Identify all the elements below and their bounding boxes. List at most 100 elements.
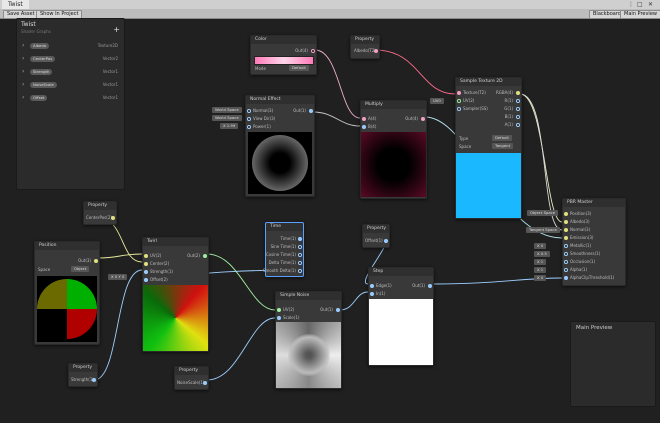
output-port[interactable] xyxy=(516,99,520,103)
mode-dropdown[interactable]: Default xyxy=(289,65,309,71)
power-field[interactable]: X 1.99 xyxy=(220,123,239,129)
normal-space-field[interactable]: Tangent Space xyxy=(526,227,560,233)
output-port[interactable] xyxy=(516,115,520,119)
output-port[interactable] xyxy=(298,253,302,257)
input-port[interactable] xyxy=(457,99,461,103)
chevron-right-icon[interactable]: › xyxy=(22,94,24,101)
color-swatch[interactable] xyxy=(254,56,314,65)
input-port[interactable] xyxy=(144,254,148,258)
property-pill[interactable]: Albedo xyxy=(30,43,50,49)
input-port[interactable] xyxy=(370,292,374,296)
output-port[interactable] xyxy=(336,308,340,312)
position-space-field[interactable]: Object Space xyxy=(527,210,559,216)
input-port[interactable] xyxy=(564,244,568,248)
offset-xy-field[interactable]: X 0 Y 0 xyxy=(108,274,128,280)
input-port[interactable] xyxy=(564,276,568,280)
normal-space-field[interactable]: World Space xyxy=(212,107,242,113)
output-port[interactable] xyxy=(421,117,425,121)
input-port[interactable] xyxy=(457,91,461,95)
step-node[interactable]: Step Edge(1) In(1) Out(1) xyxy=(368,267,434,366)
uv-field[interactable]: UV0 xyxy=(430,98,444,104)
normal-effect-node[interactable]: Normal Effect Normal(3) View Dir(3) Powe… xyxy=(245,95,315,197)
blackboard-item-centerpos[interactable]: › CenterPos Vector2 xyxy=(19,54,122,64)
input-port[interactable] xyxy=(564,228,568,232)
input-port[interactable] xyxy=(277,308,281,312)
property-strength-node[interactable]: Property Strength(1) xyxy=(68,363,98,387)
type-label: Type xyxy=(459,136,469,141)
color-node[interactable]: Color Out(4) Mode Default xyxy=(250,35,317,75)
output-port[interactable] xyxy=(298,245,302,249)
input-port[interactable] xyxy=(564,212,568,216)
twirl-node[interactable]: Twirl UV(2) Center(2) Strength(1) Offset… xyxy=(142,237,209,352)
position-node[interactable]: Position Out(3) Space Object xyxy=(34,241,100,345)
metallic-field[interactable]: X 0 xyxy=(534,243,547,249)
property-pill[interactable]: Strength xyxy=(30,69,53,75)
output-port[interactable] xyxy=(298,269,302,273)
output-port[interactable] xyxy=(309,109,313,113)
add-property-icon[interactable]: + xyxy=(113,25,120,34)
property-centerpos-node[interactable]: Property CenterPos(2) xyxy=(83,201,117,225)
output-port[interactable] xyxy=(203,381,207,385)
main-preview-panel[interactable]: Main Preview xyxy=(570,321,656,407)
property-pill[interactable]: Offset xyxy=(30,95,48,101)
chevron-right-icon[interactable]: › xyxy=(22,42,24,49)
multiply-node[interactable]: Multiply A(4) B(4) Out(4) xyxy=(360,100,427,199)
property-albedo-node[interactable]: Property Albedo(T2) xyxy=(350,35,380,59)
smoothness-field[interactable]: X 0.5 xyxy=(534,251,550,257)
output-port[interactable] xyxy=(311,49,315,53)
output-label: NoiseScale(1) xyxy=(177,380,205,385)
input-port[interactable] xyxy=(564,252,568,256)
input-port[interactable] xyxy=(247,125,251,129)
output-port[interactable] xyxy=(516,91,520,95)
output-port[interactable] xyxy=(111,216,115,220)
output-port[interactable] xyxy=(374,49,378,53)
input-port[interactable] xyxy=(564,220,568,224)
property-offset-node[interactable]: Property Offset(1) xyxy=(362,224,390,248)
input-port[interactable] xyxy=(144,262,148,266)
space-dropdown[interactable]: Tangent xyxy=(492,143,514,149)
time-node[interactable]: Time Time(1) Sine Time(1) Cosine Time(1)… xyxy=(263,222,304,277)
simple-noise-node[interactable]: Simple Noise UV(2) Scale(1) Out(1) xyxy=(275,291,342,389)
input-port[interactable] xyxy=(362,125,366,129)
occlusion-field[interactable]: X 1 xyxy=(534,259,547,265)
output-port[interactable] xyxy=(203,254,207,258)
output-port[interactable] xyxy=(92,378,96,382)
input-port[interactable] xyxy=(144,278,148,282)
sample-texture-2d-node[interactable]: Sample Texture 2D Texture(T2) UV(2) Samp… xyxy=(455,77,522,219)
output-port[interactable] xyxy=(516,107,520,111)
property-pill[interactable]: CenterPos xyxy=(30,56,56,62)
property-pill[interactable]: NoiseScale xyxy=(30,82,57,88)
viewdir-space-field[interactable]: World Space xyxy=(212,115,242,121)
output-port[interactable] xyxy=(94,259,98,263)
input-port[interactable] xyxy=(564,260,568,264)
input-port[interactable] xyxy=(277,316,281,320)
input-port[interactable] xyxy=(247,117,251,121)
input-port[interactable] xyxy=(247,109,251,113)
blackboard-item-noisescale[interactable]: › NoiseScale Vector1 xyxy=(19,80,122,90)
input-port[interactable] xyxy=(457,107,461,111)
blackboard-item-offset[interactable]: › Offset Vector1 xyxy=(19,93,122,103)
output-port[interactable] xyxy=(298,237,302,241)
output-port[interactable] xyxy=(428,284,432,288)
input-port[interactable] xyxy=(362,117,366,121)
main-preview-title: Main Preview xyxy=(576,325,613,331)
chevron-right-icon[interactable]: › xyxy=(22,81,24,88)
type-dropdown[interactable]: Default xyxy=(492,135,512,141)
output-port[interactable] xyxy=(384,239,388,243)
property-noisescale-node[interactable]: Property NoiseScale(1) xyxy=(174,366,209,390)
input-port[interactable] xyxy=(564,268,568,272)
blackboard-item-strength[interactable]: › Strength Vector1 xyxy=(19,67,122,77)
blackboard-panel[interactable]: Twist Shader Graphs + › Albedo Texture2D… xyxy=(16,18,125,190)
chevron-right-icon[interactable]: › xyxy=(22,55,24,62)
output-port[interactable] xyxy=(516,123,520,127)
output-port[interactable] xyxy=(298,261,302,265)
input-port[interactable] xyxy=(144,270,148,274)
input-port[interactable] xyxy=(370,284,374,288)
blackboard-item-albedo[interactable]: › Albedo Texture2D xyxy=(19,41,122,51)
alpha-clip-field[interactable]: X 0 xyxy=(534,275,547,281)
chevron-right-icon[interactable]: › xyxy=(22,68,24,75)
alpha-field[interactable]: X 1 xyxy=(534,267,547,273)
input-port[interactable] xyxy=(564,236,568,240)
pbr-master-node[interactable]: PBR Master Position(3) Albedo(3) Normal(… xyxy=(562,198,626,286)
space-dropdown[interactable]: Object xyxy=(71,266,90,272)
